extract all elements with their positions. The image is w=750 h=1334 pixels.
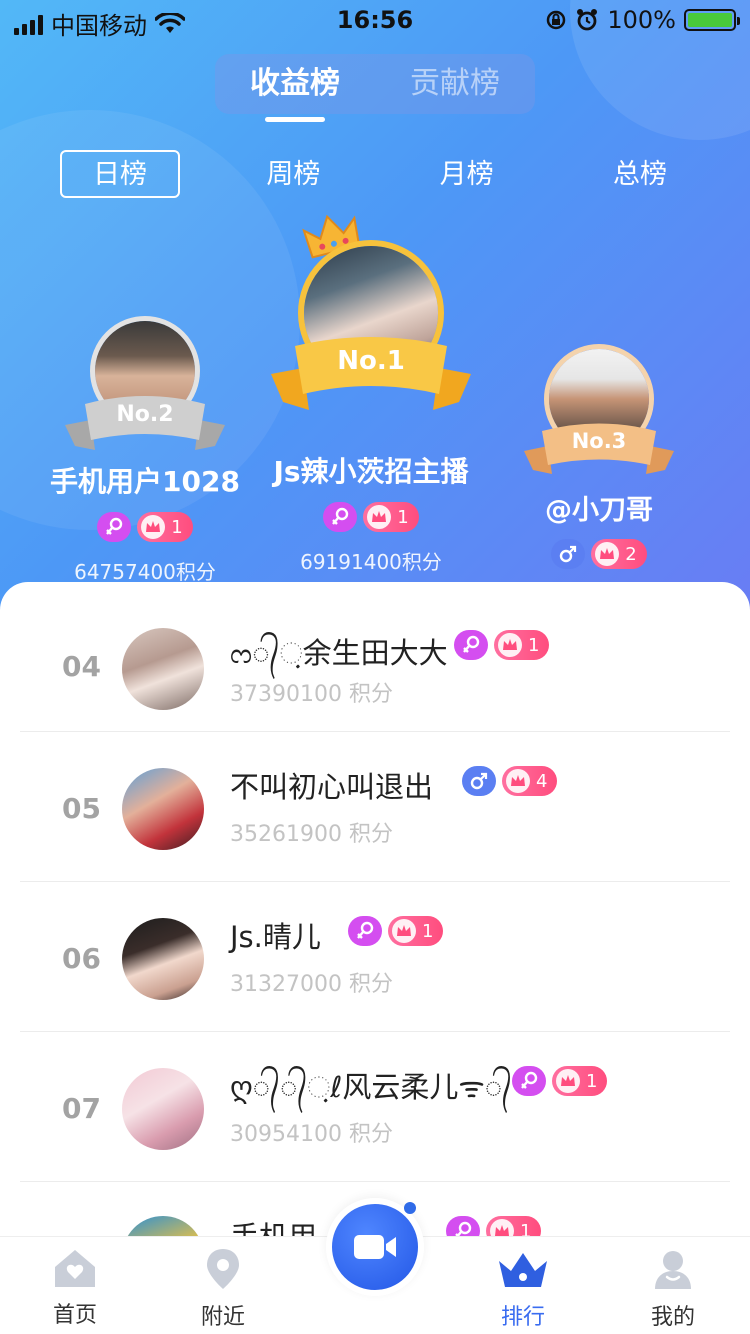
podium-third[interactable]: No.3 @小刀哥 2 xyxy=(504,344,694,569)
crown-icon xyxy=(499,1253,547,1287)
location-pin-icon xyxy=(207,1249,239,1289)
list-item[interactable]: 04 ᦂ᭄ᨘ余生田大大 1 37390100 积分 xyxy=(20,582,730,732)
podium-first[interactable]: No.1 Js辣小茨招主播 1 69191400积分 xyxy=(256,214,486,575)
tab-daily[interactable]: 日榜 xyxy=(60,150,180,198)
badge-group: 2 xyxy=(504,539,694,569)
tab-earnings[interactable]: 收益榜 xyxy=(215,54,375,122)
avatar xyxy=(122,918,204,1000)
badge-group: 1 xyxy=(256,502,486,532)
level-badge: 1 xyxy=(137,512,193,542)
level-badge: 1 xyxy=(552,1066,608,1096)
status-bar: 中国移动 16:56 100% xyxy=(0,0,750,40)
tab-weekly[interactable]: 周榜 xyxy=(233,150,353,198)
female-icon xyxy=(512,1066,546,1096)
badge-group: 1 xyxy=(348,916,444,946)
nav-nearby[interactable]: 附近 xyxy=(168,1247,278,1331)
period-tab-bar: 日榜 周榜 月榜 总榜 xyxy=(60,150,700,198)
level-badge: 1 xyxy=(494,630,550,660)
list-item[interactable]: 05 不叫初心叫退出 4 35261900 积分 xyxy=(20,732,730,882)
video-camera-icon xyxy=(354,1235,396,1259)
rank-ribbon-gold: No.1 xyxy=(271,332,471,418)
home-icon xyxy=(55,1250,95,1287)
podium-name: 手机用户1028 xyxy=(50,465,240,498)
tab-total[interactable]: 总榜 xyxy=(580,150,700,198)
badge-group: 1 xyxy=(454,630,550,660)
level-badge: 1 xyxy=(363,502,419,532)
user-icon xyxy=(655,1251,691,1289)
battery-icon xyxy=(684,9,740,31)
rotation-lock-icon xyxy=(547,10,566,30)
badge-group: 1 xyxy=(512,1066,608,1096)
rank-ribbon-silver: No.2 xyxy=(65,390,225,460)
crown-icon xyxy=(511,775,525,786)
crown-icon xyxy=(146,521,161,532)
crown-icon xyxy=(503,639,517,650)
podium-second[interactable]: No.2 手机用户1028 1 64757400积分 xyxy=(40,316,250,585)
tab-contribution[interactable]: 贡献榜 xyxy=(375,54,535,114)
badge-group: 4 xyxy=(462,766,558,796)
main-tab-bar: 收益榜 贡献榜 xyxy=(215,54,535,122)
podium-score: 69191400积分 xyxy=(300,550,442,574)
live-video-button[interactable] xyxy=(326,1198,424,1296)
female-icon xyxy=(97,512,132,542)
female-icon xyxy=(348,916,382,946)
badge-group: 1 xyxy=(40,512,250,542)
level-badge: 2 xyxy=(591,539,647,569)
battery-percent: 100% xyxy=(607,6,676,34)
crown-icon xyxy=(561,1075,575,1086)
tab-monthly[interactable]: 月榜 xyxy=(407,150,527,198)
nav-profile[interactable]: 我的 xyxy=(618,1247,728,1331)
crown-icon xyxy=(372,511,387,522)
level-badge: 4 xyxy=(502,766,558,796)
female-icon xyxy=(454,630,488,660)
podium-score: 64757400积分 xyxy=(74,560,216,584)
notification-dot xyxy=(404,1202,416,1214)
male-icon xyxy=(462,766,496,796)
male-icon xyxy=(551,539,586,569)
alarm-icon xyxy=(577,9,598,31)
list-item[interactable]: 07 ღ᭄᭄ᨘℓ风云柔儿ᯤ᭄ 1 30954100 积分 xyxy=(20,1032,730,1182)
crown-icon xyxy=(397,925,411,936)
avatar xyxy=(122,768,204,850)
crown-icon xyxy=(600,548,615,559)
list-item[interactable]: 06 Js.晴儿 1 31327000 积分 xyxy=(20,882,730,1032)
podium-name: @小刀哥 xyxy=(545,495,653,526)
avatar xyxy=(122,1068,204,1150)
nav-ranking[interactable]: 排行 xyxy=(468,1247,578,1331)
female-icon xyxy=(323,502,358,532)
avatar xyxy=(122,628,204,710)
rank-ribbon-bronze: No.3 xyxy=(524,418,674,484)
ranking-list: 04 ᦂ᭄ᨘ余生田大大 1 37390100 积分 05 不叫初心叫退出 4 3… xyxy=(0,582,750,1242)
podium-name: Js辣小茨招主播 xyxy=(273,455,469,488)
nav-home[interactable]: 首页 xyxy=(20,1247,130,1329)
level-badge: 1 xyxy=(388,916,444,946)
